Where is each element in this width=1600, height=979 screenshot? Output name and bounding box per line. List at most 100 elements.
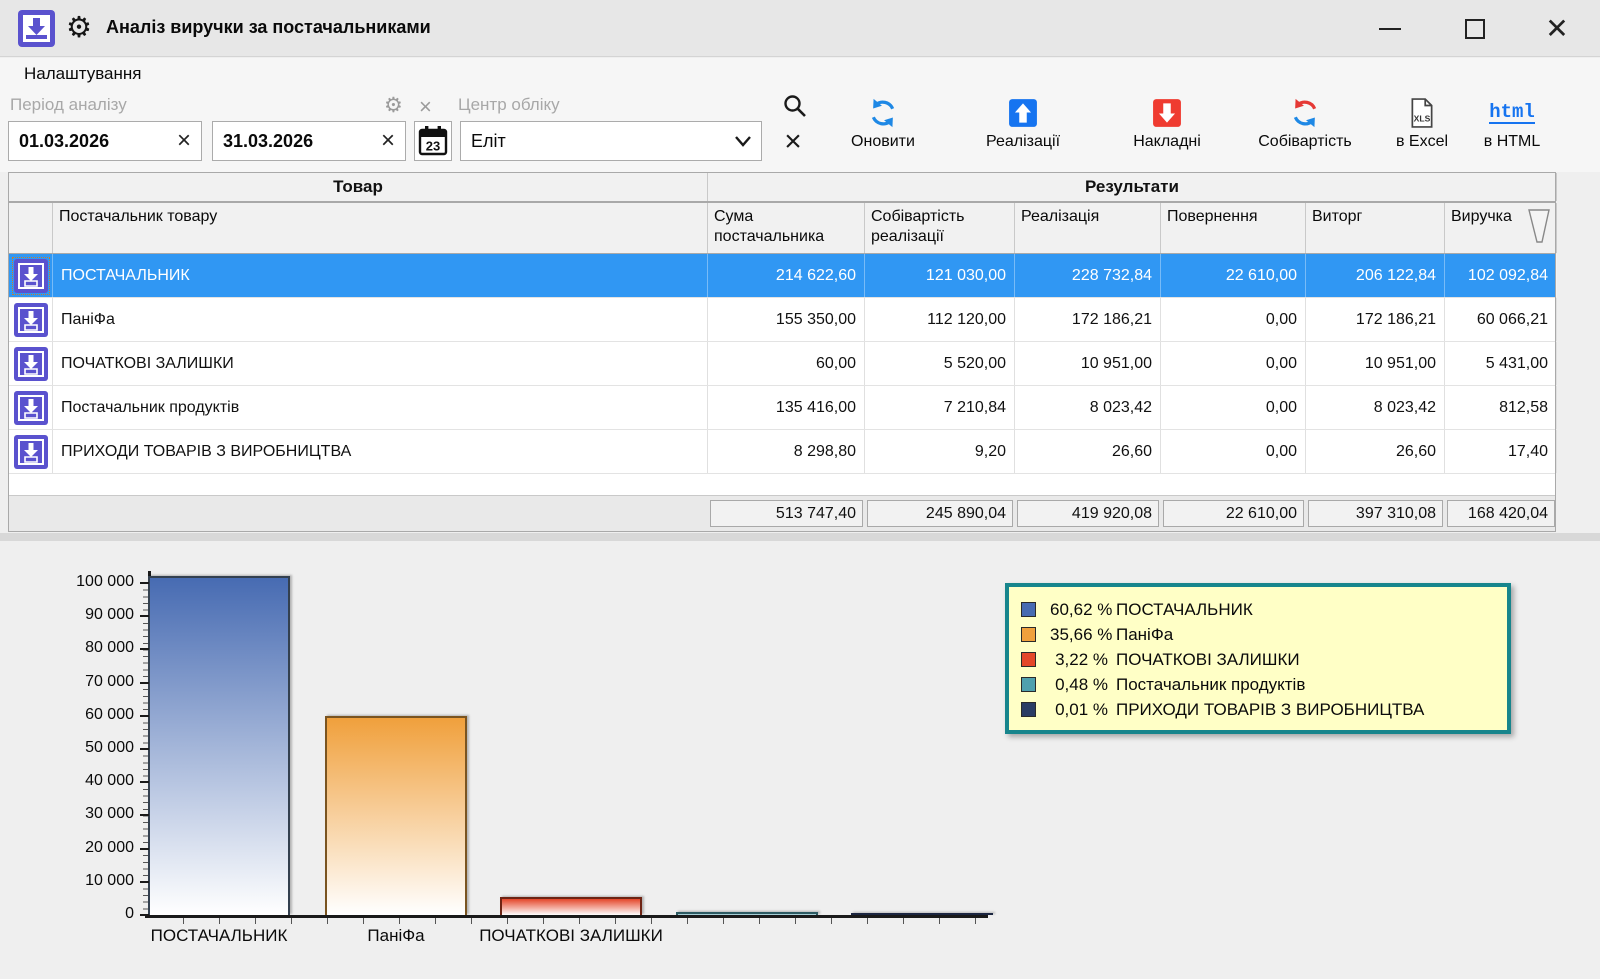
y-axis-tick	[140, 814, 149, 816]
value-cell: 7 210,84	[865, 386, 1015, 429]
export-excel-button[interactable]: XLS в Excel	[1372, 97, 1472, 163]
date-to-clear-icon[interactable]: ×	[371, 127, 405, 155]
legend-color-swatch	[1021, 652, 1036, 667]
value-cell: 26,60	[1306, 430, 1445, 473]
y-axis-tick-label: 100 000	[76, 573, 134, 591]
value-cell: 8 023,42	[1015, 386, 1161, 429]
period-clear-icon[interactable]: ×	[419, 94, 432, 120]
y-axis-tick	[140, 881, 149, 883]
bar-5[interactable]	[851, 913, 993, 915]
refresh-red-blue-icon	[1290, 97, 1320, 129]
column-sales[interactable]: Реалізація	[1015, 203, 1161, 253]
legend-percent: 3,22 %	[1050, 650, 1108, 670]
row-icon-cell	[9, 254, 53, 297]
value-cell: 60,00	[708, 342, 865, 385]
row-icon-cell	[9, 342, 53, 385]
y-axis-tick-label: 90 000	[85, 606, 134, 624]
value-cell: 112 120,00	[865, 298, 1015, 341]
legend-color-swatch	[1021, 702, 1036, 717]
value-cell: 8 023,42	[1306, 386, 1445, 429]
menu-item-settings[interactable]: Налаштування	[18, 62, 148, 86]
export-html-button[interactable]: html в HTML	[1462, 97, 1562, 163]
sales-label: Реалізації	[986, 133, 1060, 151]
supplier-row-icon[interactable]	[14, 391, 48, 425]
bar-4[interactable]	[676, 912, 818, 915]
close-icon: ✕	[1545, 15, 1568, 43]
y-axis-tick	[140, 648, 149, 650]
gear-icon: ⚙	[66, 11, 92, 45]
splitter-bar[interactable]	[0, 533, 1600, 541]
value-cell: 60 066,21	[1445, 298, 1557, 341]
minimize-button[interactable]	[1359, 0, 1421, 57]
arrow-down-square-icon	[1152, 97, 1182, 129]
refresh-button[interactable]: Оновити	[818, 97, 948, 163]
column-supplier[interactable]: Постачальник товару	[53, 203, 708, 253]
value-cell: 0,00	[1161, 386, 1306, 429]
column-revenue[interactable]: Виручка	[1445, 203, 1557, 253]
date-from-field[interactable]: 01.03.2026 ×	[8, 121, 202, 161]
value-cell: 121 030,00	[865, 254, 1015, 297]
html-icon: html	[1489, 102, 1535, 124]
y-axis-tick-label: 10 000	[85, 872, 134, 890]
accounting-center-select[interactable]: Еліт	[460, 121, 762, 161]
bar-3[interactable]	[500, 897, 642, 915]
total-cell: 168 420,04	[1447, 500, 1555, 527]
date-from-clear-icon[interactable]: ×	[167, 127, 201, 155]
maximize-button[interactable]	[1444, 0, 1506, 57]
table-row[interactable]: ПОСТАЧАЛЬНИК214 622,60121 030,00228 732,…	[9, 254, 1555, 298]
center-clear-button[interactable]: ×	[774, 123, 812, 161]
cost-button[interactable]: Собівартість	[1240, 97, 1370, 163]
search-icon[interactable]	[782, 93, 808, 119]
supplier-row-icon[interactable]	[14, 347, 48, 381]
column-returns[interactable]: Повернення	[1161, 203, 1306, 253]
supplier-row-icon[interactable]	[14, 259, 48, 293]
column-cost[interactable]: Собівартість реалізації	[865, 203, 1015, 253]
invoices-button[interactable]: Накладні	[1102, 97, 1232, 163]
close-button[interactable]: ✕	[1526, 0, 1588, 57]
column-proceeds[interactable]: Виторг	[1306, 203, 1445, 253]
table-row[interactable]: ПаніФа155 350,00112 120,00172 186,210,00…	[9, 298, 1555, 342]
y-axis-tick-label: 70 000	[85, 673, 134, 691]
table-row[interactable]: Постачальник продуктів135 416,007 210,84…	[9, 386, 1555, 430]
value-cell: 8 298,80	[708, 430, 865, 473]
supplier-row-icon[interactable]	[14, 435, 48, 469]
total-cell: 22 610,00	[1163, 500, 1304, 527]
y-axis-tick	[140, 781, 149, 783]
x-axis-category-label: ПаніФа	[367, 926, 424, 946]
legend-percent: 35,66 %	[1050, 625, 1108, 645]
bar-2[interactable]	[325, 716, 467, 915]
row-icon-cell	[9, 298, 53, 341]
calendar-icon: 23	[418, 125, 448, 157]
supplier-name: ПаніФа	[53, 298, 708, 341]
table-body: ПОСТАЧАЛЬНИК214 622,60121 030,00228 732,…	[9, 254, 1555, 474]
legend-item: 60,62 %ПОСТАЧАЛЬНИК	[1021, 597, 1499, 622]
legend-color-swatch	[1021, 677, 1036, 692]
group-header-results[interactable]: Результати	[708, 173, 1557, 201]
export-html-label: в HTML	[1484, 133, 1541, 151]
y-axis-tick-label: 20 000	[85, 839, 134, 857]
period-gear-icon[interactable]: ⚙	[384, 93, 403, 118]
menu-bar: Налаштування	[0, 58, 1600, 89]
value-cell: 22 610,00	[1161, 254, 1306, 297]
y-axis-tick-label: 30 000	[85, 805, 134, 823]
calendar-button[interactable]: 23	[414, 121, 452, 161]
supplier-row-icon[interactable]	[14, 303, 48, 337]
filter-funnel-icon[interactable]	[1528, 209, 1550, 243]
y-axis-tick	[140, 582, 149, 584]
table-row[interactable]: ПОЧАТКОВІ ЗАЛИШКИ60,005 520,0010 951,000…	[9, 342, 1555, 386]
value-cell: 228 732,84	[1015, 254, 1161, 297]
date-to-field[interactable]: 31.03.2026 ×	[212, 121, 406, 161]
legend-percent: 0,48 %	[1050, 675, 1108, 695]
legend-label: ПРИХОДИ ТОВАРІВ З ВИРОБНИЦТВА	[1116, 700, 1424, 720]
chevron-down-icon[interactable]	[725, 134, 761, 148]
total-cell: 419 920,08	[1017, 500, 1159, 527]
sales-button[interactable]: Реалізації	[958, 97, 1088, 163]
column-supplier-sum[interactable]: Сума постачальника	[708, 203, 865, 253]
value-cell: 5 431,00	[1445, 342, 1557, 385]
bar-1[interactable]	[148, 576, 290, 915]
totals-row: 513 747,40245 890,04419 920,0822 610,003…	[9, 496, 1555, 531]
group-header-product[interactable]: Товар	[9, 173, 708, 201]
accounting-center-value: Еліт	[461, 131, 725, 152]
table-row[interactable]: ПРИХОДИ ТОВАРІВ З ВИРОБНИЦТВА8 298,809,2…	[9, 430, 1555, 474]
title-bar: ⚙ Аналіз виручки за постачальниками ✕	[0, 0, 1600, 57]
